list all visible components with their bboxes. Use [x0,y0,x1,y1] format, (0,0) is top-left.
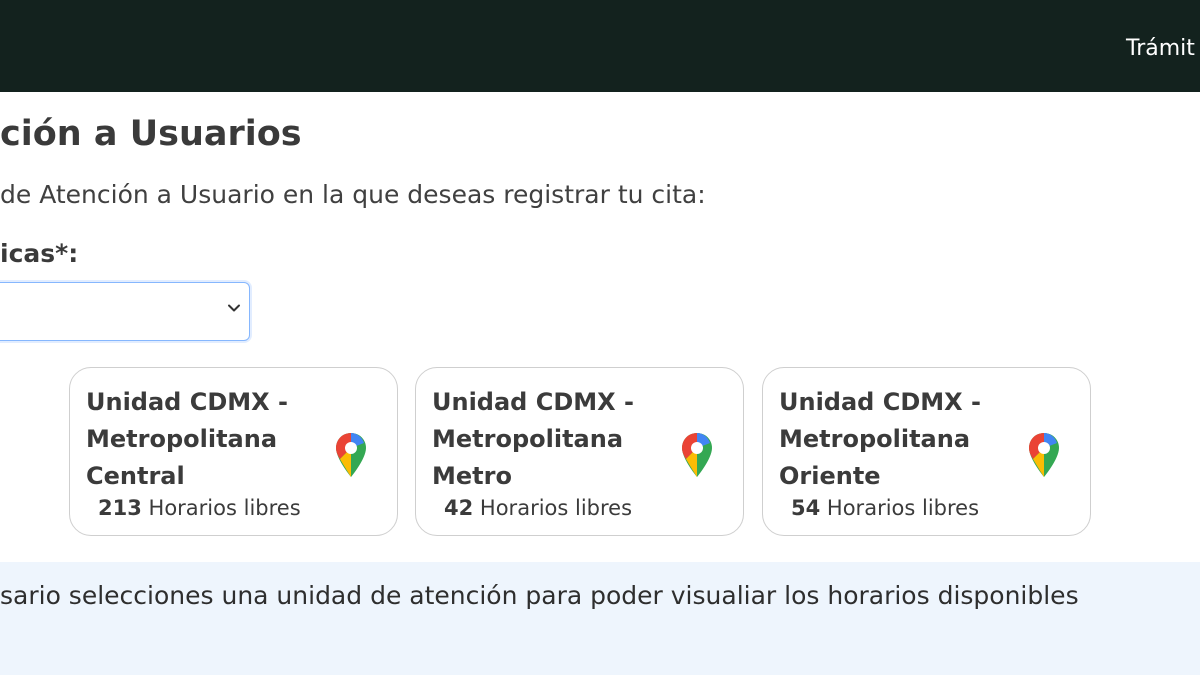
unit-type-select[interactable] [0,282,250,341]
unit-card-oriente[interactable]: Unidad CDMX - Metropolitana Oriente 54 H… [762,367,1091,536]
available-slots-label: Horarios libres [826,496,980,520]
instruction-text: de Atención a Usuario en la que deseas r… [0,180,706,209]
select-field-label: icas*: [0,239,79,268]
nav-link-tramites[interactable]: Trámit [1126,36,1195,61]
alert-message: sario selecciones una unidad de atención… [0,581,1079,610]
available-slots-label: Horarios libres [479,496,633,520]
chevron-down-icon [228,304,240,312]
unit-card-metro[interactable]: Unidad CDMX - Metropolitana Metro 42 Hor… [415,367,744,536]
unit-card-central[interactable]: Unidad CDMX - Metropolitana Central 213 … [69,367,398,536]
unit-card-name: Unidad CDMX - Metropolitana Oriente [779,388,981,490]
map-pin-icon [1029,433,1059,477]
unit-card-name: Unidad CDMX - Metropolitana Central [86,388,288,490]
map-pin-icon [682,433,712,477]
top-navigation-bar: Trámit [0,0,1200,92]
available-slots-count: 54 [791,496,821,520]
available-slots: 213 Horarios libres [98,496,301,520]
unit-card-name: Unidad CDMX - Metropolitana Metro [432,388,634,490]
page-title: ción a Usuarios [0,114,302,154]
available-slots-count: 42 [444,496,474,520]
available-slots-count: 213 [98,496,142,520]
available-slots-label: Horarios libres [148,496,301,520]
available-slots: 54 Horarios libres [791,496,979,520]
info-alert: sario selecciones una unidad de atención… [0,562,1200,675]
available-slots: 42 Horarios libres [444,496,632,520]
map-pin-icon [336,433,366,477]
